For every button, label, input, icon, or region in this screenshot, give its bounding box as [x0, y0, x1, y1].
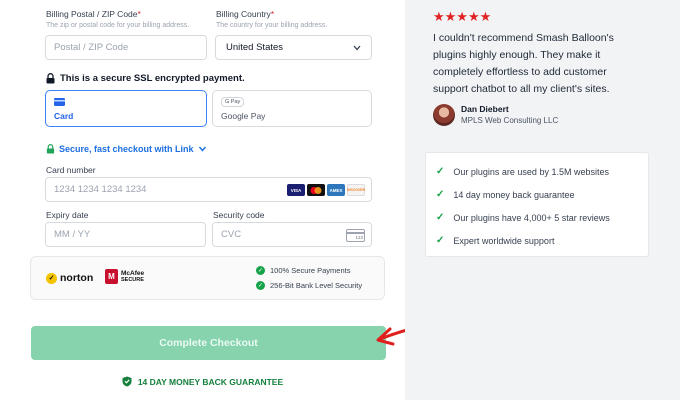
checkout-panel: Billing Postal / ZIP Code* The zip or po… [0, 0, 405, 400]
features-box: ✓ Our plugins are used by 1.5M websites … [425, 152, 649, 257]
card-number-field[interactable]: VISA AMEX DISCOVER [45, 177, 372, 202]
link-checkout[interactable]: Secure, fast checkout with Link [46, 144, 207, 154]
shield-check-icon [122, 376, 132, 387]
check-circle-icon: ✓ [256, 266, 265, 275]
postal-hint: The zip or postal code for your billing … [46, 22, 190, 29]
reviewer-name: Dan Diebert [461, 104, 509, 114]
feature-item: ✓ 14 day money back guarantee [436, 189, 575, 200]
avatar [433, 104, 455, 126]
reviewer-company: MPLS Web Consulting LLC [461, 116, 559, 125]
feature-item: ✓ Expert worldwide support [436, 235, 555, 246]
link-checkout-label: Secure, fast checkout with Link [59, 144, 194, 154]
feature-item: ✓ Our plugins have 4,000+ 5 star reviews [436, 212, 610, 223]
card-icon [54, 98, 65, 106]
complete-checkout-button[interactable]: Complete Checkout [31, 326, 386, 360]
country-select[interactable]: United States [215, 35, 372, 60]
money-back-guarantee: 14 DAY MONEY BACK GUARANTEE [0, 376, 405, 387]
country-hint: The country for your billing address. [216, 22, 328, 29]
bank-security-line: ✓ 256-Bit Bank Level Security [256, 281, 363, 290]
norton-check-icon: ✓ [46, 272, 57, 284]
postal-input[interactable] [46, 36, 206, 59]
expiry-field[interactable] [45, 222, 206, 247]
expiry-input[interactable] [46, 223, 205, 246]
ssl-notice: This is a secure SSL encrypted payment. [46, 73, 245, 84]
card-number-label: Card number [46, 165, 96, 175]
mastercard-circles-icon [310, 186, 322, 194]
chevron-down-icon [353, 45, 361, 50]
expiry-label: Expiry date [46, 210, 89, 220]
check-icon: ✓ [436, 235, 445, 246]
mcafee-text: McAfee SECURE [121, 269, 145, 283]
discover-icon: DISCOVER [347, 184, 365, 196]
cvc-card-icon-text: 123 [355, 235, 363, 240]
chevron-down-icon [198, 146, 206, 152]
country-label: Billing Country* [216, 9, 275, 19]
cvc-label: Security code [213, 210, 265, 220]
payment-method-google-pay[interactable]: G Pay Google Pay [212, 90, 372, 127]
testimonial-quote: I couldn't recommend Smash Balloon's plu… [433, 32, 614, 95]
norton-text: norton [60, 272, 94, 284]
check-icon: ✓ [436, 166, 445, 177]
check-circle-icon: ✓ [256, 281, 265, 290]
google-pay-label: Google Pay [221, 111, 266, 121]
trust-badges: ✓ norton M McAfee SECURE ✓ 100% Secure P… [30, 256, 385, 300]
visa-icon: VISA [287, 184, 305, 196]
card-brands: VISA AMEX DISCOVER [287, 184, 365, 196]
country-value: United States [226, 42, 284, 53]
cvc-field[interactable]: 123 [212, 222, 372, 247]
cvc-card-icon: 123 [346, 229, 365, 242]
check-icon: ✓ [436, 212, 445, 223]
lock-icon [46, 73, 55, 84]
postal-label: Billing Postal / ZIP Code* [46, 9, 141, 19]
cvc-card-stripe [347, 232, 364, 234]
mcafee-badge: M McAfee SECURE [105, 269, 144, 284]
postal-field[interactable] [45, 35, 207, 60]
mcafee-shield-icon: M [105, 269, 118, 284]
mastercard-icon [307, 184, 325, 196]
google-pay-icon: G Pay [221, 97, 245, 107]
lock-icon [46, 144, 55, 154]
payment-method-card[interactable]: Card [45, 90, 207, 127]
secure-payments-line: ✓ 100% Secure Payments [256, 266, 351, 275]
norton-badge: ✓ norton [46, 272, 93, 284]
amex-icon: AMEX [327, 184, 345, 196]
feature-item: ✓ Our plugins are used by 1.5M websites [436, 166, 609, 177]
check-icon: ✓ [436, 189, 445, 200]
rating-stars: ★★★★★ [433, 9, 492, 24]
card-method-label: Card [54, 111, 74, 121]
